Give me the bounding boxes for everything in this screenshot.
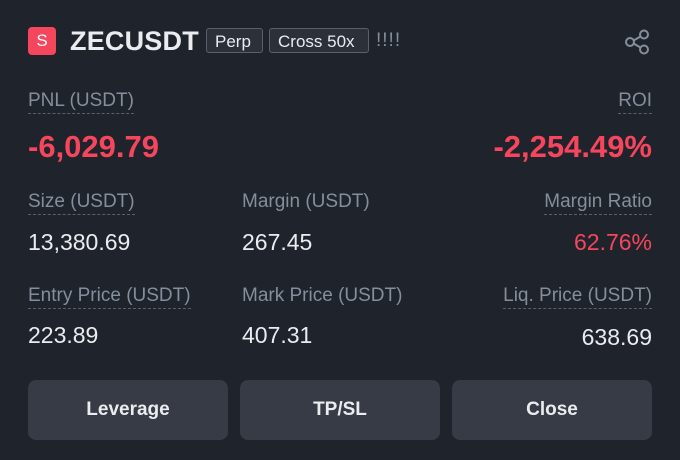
contract-type-tag: Perp: [206, 28, 263, 53]
mark-price-label: Mark Price (USDT): [242, 285, 403, 306]
pnl-label[interactable]: PNL (USDT): [28, 89, 134, 114]
position-header: S ZECUSDT Perp Cross 50x !!!!: [28, 25, 652, 57]
leverage-button[interactable]: Leverage: [28, 380, 228, 440]
roi-label[interactable]: ROI: [618, 89, 652, 114]
symbol-title[interactable]: ZECUSDT: [70, 25, 199, 57]
marks-text: !!!!: [376, 30, 402, 51]
margin-mode-tag[interactable]: Cross 50x: [269, 28, 369, 53]
side-badge: S: [28, 27, 56, 55]
mark-price-value: 407.31: [242, 322, 313, 348]
liq-price-label[interactable]: Liq. Price (USDT): [503, 284, 652, 309]
margin-value: 267.45: [242, 229, 313, 255]
size-value: 13,380.69: [28, 229, 131, 255]
pnl-value: -6,029.79: [28, 129, 159, 164]
entry-price-label[interactable]: Entry Price (USDT): [28, 284, 191, 309]
share-icon[interactable]: [624, 29, 650, 55]
margin-ratio-label[interactable]: Margin Ratio: [544, 190, 652, 215]
roi-value: -2,254.49%: [493, 129, 652, 164]
tpsl-button[interactable]: TP/SL: [240, 380, 440, 440]
liq-price-value: 638.69: [581, 324, 652, 350]
size-label[interactable]: Size (USDT): [28, 190, 135, 215]
margin-label: Margin (USDT): [242, 191, 370, 212]
margin-ratio-value: 62.76%: [573, 229, 652, 255]
close-position-button[interactable]: Close: [452, 380, 652, 440]
entry-price-value: 223.89: [28, 322, 99, 348]
